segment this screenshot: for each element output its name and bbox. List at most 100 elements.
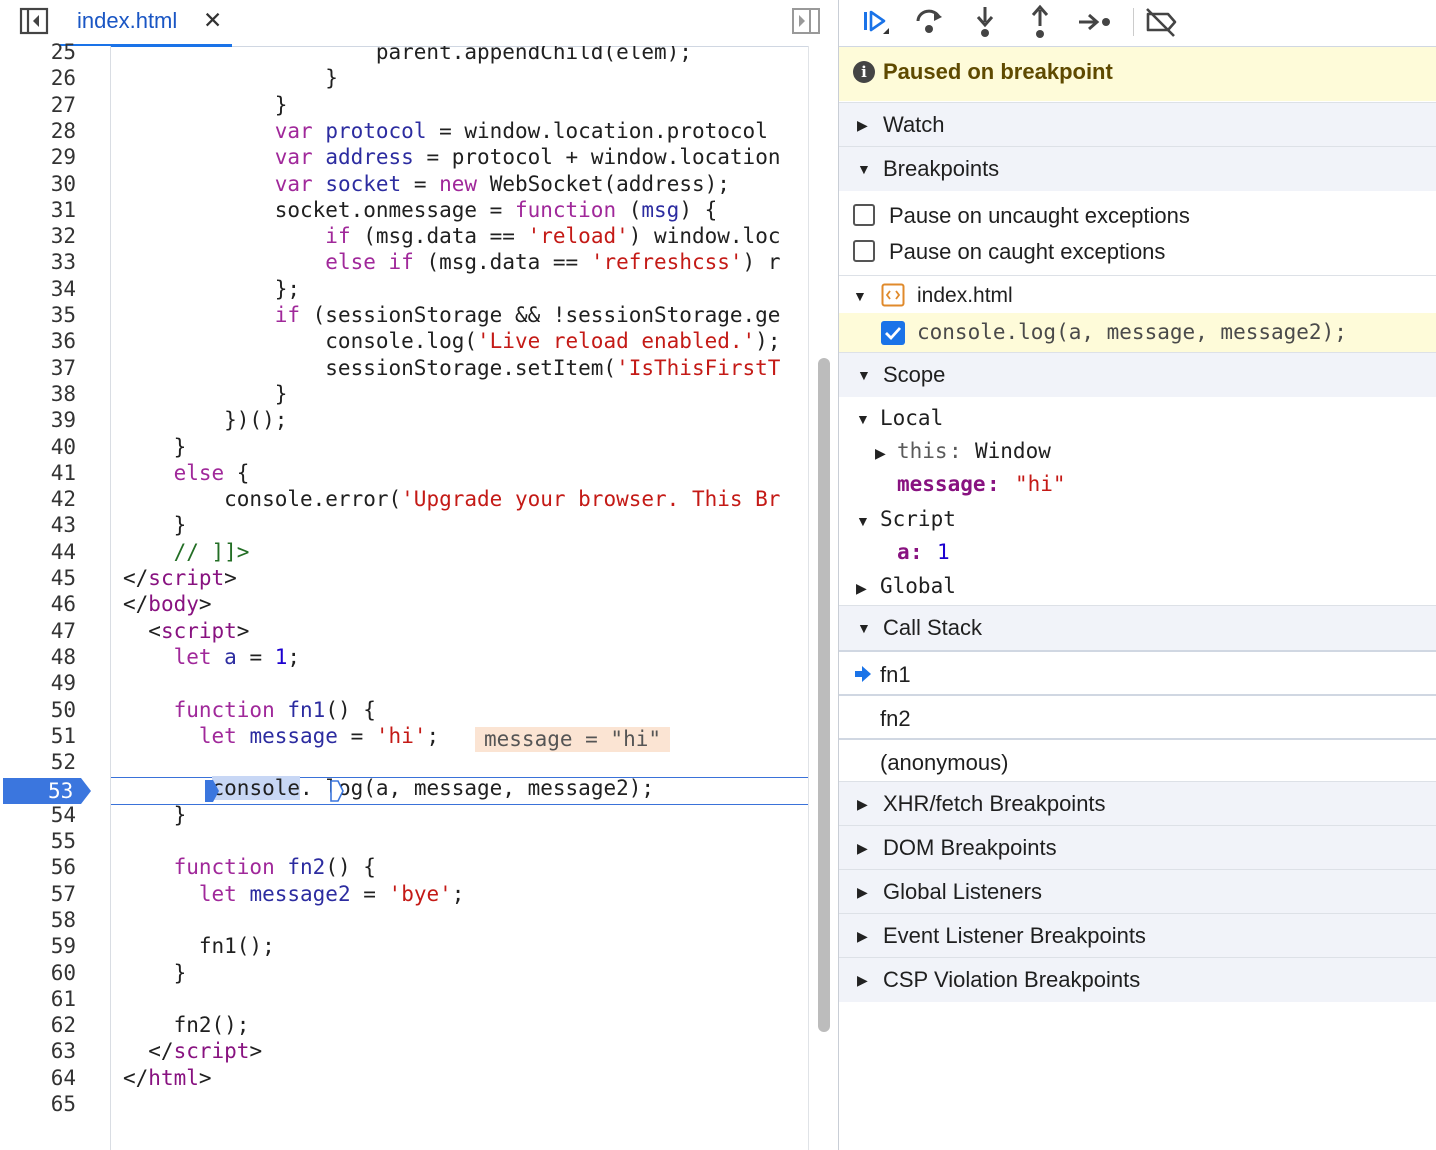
debugger-sidebar-toggle-button[interactable] xyxy=(790,6,822,36)
resume-button[interactable] xyxy=(855,4,895,40)
line-number[interactable]: 40 xyxy=(0,434,76,460)
line-number[interactable]: 57 xyxy=(0,881,76,907)
continue-location-marker[interactable] xyxy=(205,780,219,802)
breakpoint-file-name[interactable]: index.html xyxy=(917,284,1013,308)
line-number[interactable]: 43 xyxy=(0,512,76,538)
code-line: function fn2() { xyxy=(173,855,376,880)
call-stack-frame[interactable]: fn1 xyxy=(839,650,1436,696)
line-number[interactable]: 36 xyxy=(0,328,76,354)
section-event-listener-breakpoints[interactable]: ▶ Event Listener Breakpoints xyxy=(839,913,1436,958)
line-number[interactable]: 52 xyxy=(0,749,76,775)
step-into-button[interactable] xyxy=(965,4,1005,40)
line-number[interactable]: 59 xyxy=(0,933,76,959)
line-number[interactable]: 29 xyxy=(0,144,76,170)
line-number[interactable]: 56 xyxy=(0,854,76,880)
section-csp-label: CSP Violation Breakpoints xyxy=(883,967,1141,992)
line-number[interactable]: 27 xyxy=(0,92,76,118)
scope-script[interactable]: Script xyxy=(880,507,956,531)
section-xhr-breakpoints[interactable]: ▶ XHR/fetch Breakpoints xyxy=(839,781,1436,826)
checkbox-icon[interactable] xyxy=(881,321,905,345)
line-number[interactable]: 49 xyxy=(0,670,76,696)
deactivate-breakpoints-button[interactable] xyxy=(1141,4,1181,40)
line-number[interactable]: 51 xyxy=(0,723,76,749)
sidebar-toggle-icon xyxy=(19,7,49,35)
line-number[interactable]: 34 xyxy=(0,276,76,302)
breakpoint-marker[interactable]: 53 xyxy=(3,778,91,804)
line-number[interactable]: 32 xyxy=(0,223,76,249)
scope-local[interactable]: Local xyxy=(880,406,943,430)
line-number[interactable]: 44 xyxy=(0,539,76,565)
breakpoint-item[interactable]: console.log(a, message, message2); xyxy=(839,313,1436,352)
call-stack-frame[interactable]: fn2 xyxy=(839,694,1436,740)
line-number[interactable]: 47 xyxy=(0,618,76,644)
collapse-triangle-icon[interactable]: ▼ xyxy=(853,288,867,304)
scope-a-value[interactable]: 1 xyxy=(937,540,950,564)
code-line: </script> xyxy=(123,566,237,590)
pause-caught-label[interactable]: Pause on caught exceptions xyxy=(889,239,1165,265)
line-number[interactable]: 31 xyxy=(0,197,76,223)
line-number[interactable]: 46 xyxy=(0,591,76,617)
navigator-toggle-button[interactable] xyxy=(14,6,54,36)
code-line: let a = 1; xyxy=(173,644,301,669)
collapse-triangle-icon[interactable]: ▼ xyxy=(856,411,870,427)
editor-scrollbar[interactable] xyxy=(808,46,839,1150)
section-call-stack[interactable]: ▼ Call Stack xyxy=(839,605,1436,650)
section-dom-breakpoints[interactable]: ▶ DOM Breakpoints xyxy=(839,825,1436,870)
line-number[interactable]: 54 xyxy=(0,802,76,828)
line-number[interactable]: 55 xyxy=(0,828,76,854)
step-over-button[interactable] xyxy=(910,4,950,40)
line-number[interactable]: 63 xyxy=(0,1038,76,1064)
section-breakpoints[interactable]: ▼ Breakpoints xyxy=(839,146,1436,191)
deactivate-breakpoints-icon xyxy=(1146,8,1177,37)
file-icon xyxy=(881,283,905,307)
collapse-triangle-icon[interactable]: ▼ xyxy=(856,513,870,529)
step-out-button[interactable] xyxy=(1020,4,1060,40)
call-stack-frame[interactable]: (anonymous) xyxy=(839,738,1436,784)
code-line: } xyxy=(123,66,338,91)
line-number[interactable]: 28 xyxy=(0,118,76,144)
section-watch[interactable]: ▶ Watch xyxy=(839,102,1436,147)
continue-location-marker[interactable] xyxy=(330,780,344,802)
call-stack-frame-name: (anonymous) xyxy=(880,750,1009,775)
code-line: } xyxy=(123,434,187,459)
editor-scrollbar-thumb[interactable] xyxy=(818,358,830,1032)
scope-message-value[interactable]: "hi" xyxy=(1015,472,1066,496)
pause-uncaught-checkbox[interactable] xyxy=(853,204,875,226)
line-number[interactable]: 25 xyxy=(0,39,76,65)
line-number[interactable]: 33 xyxy=(0,249,76,275)
close-icon[interactable]: ✕ xyxy=(203,7,222,34)
line-number[interactable]: 62 xyxy=(0,1012,76,1038)
section-csp-violation-breakpoints[interactable]: ▶ CSP Violation Breakpoints xyxy=(839,957,1436,1002)
line-number[interactable]: 65 xyxy=(0,1091,76,1117)
expand-triangle-icon[interactable]: ▶ xyxy=(856,580,867,597)
line-number[interactable]: 39 xyxy=(0,407,76,433)
line-number[interactable]: 38 xyxy=(0,381,76,407)
step-out-icon xyxy=(1031,4,1049,38)
code-line: socket.onmessage = function (msg) { xyxy=(123,197,718,222)
tab-index-html[interactable]: index.html ✕ xyxy=(60,0,232,47)
section-global-listeners[interactable]: ▶ Global Listeners xyxy=(839,869,1436,914)
line-number[interactable]: 58 xyxy=(0,907,76,933)
line-number[interactable]: 26 xyxy=(0,65,76,91)
line-number-gutter[interactable]: 25 26 27 28 29 30 31 32 33 34 35 36 37 38 39 40 41 42 43 44… xyxy=(0,40,111,1150)
line-number[interactable]: 45 xyxy=(0,565,76,591)
line-number[interactable]: 37 xyxy=(0,355,76,381)
step-button[interactable] xyxy=(1075,4,1115,40)
pause-caught-checkbox[interactable] xyxy=(853,240,875,262)
line-number[interactable]: 41 xyxy=(0,460,76,486)
line-number[interactable]: 61 xyxy=(0,986,76,1012)
line-number[interactable]: 60 xyxy=(0,960,76,986)
code-line: <script> xyxy=(123,618,250,643)
code-area[interactable]: parent.appendChild(elem); } } var protoc… xyxy=(111,46,808,1150)
line-number[interactable]: 35 xyxy=(0,302,76,328)
line-number[interactable]: 42 xyxy=(0,486,76,512)
breakpoint-line-number: 53 xyxy=(48,779,74,803)
line-number[interactable]: 50 xyxy=(0,697,76,723)
section-scope[interactable]: ▼ Scope xyxy=(839,352,1436,397)
pause-uncaught-label[interactable]: Pause on uncaught exceptions xyxy=(889,203,1190,229)
line-number[interactable]: 30 xyxy=(0,171,76,197)
scope-global[interactable]: Global xyxy=(880,574,956,598)
expand-triangle-icon[interactable]: ▶ xyxy=(875,445,886,462)
line-number[interactable]: 48 xyxy=(0,644,76,670)
line-number[interactable]: 64 xyxy=(0,1065,76,1091)
